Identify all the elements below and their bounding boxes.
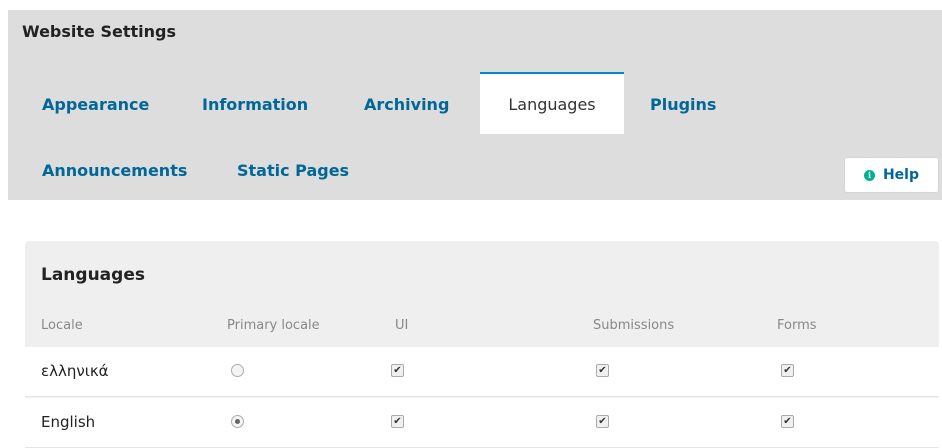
tab-plugins[interactable]: Plugins [650, 95, 716, 114]
column-header-locale: Locale [41, 318, 83, 333]
column-header-submissions: Submissions [593, 318, 675, 333]
tab-information[interactable]: Information [202, 95, 308, 114]
tab-announcements[interactable]: Announcements [42, 161, 187, 180]
column-header-forms: Forms [777, 318, 817, 333]
primary-locale-radio[interactable] [231, 364, 244, 377]
table-row: ελληνικά ✔ ✔ ✔ [25, 347, 939, 397]
forms-checkbox[interactable]: ✔ [781, 415, 794, 428]
locale-name: ελληνικά [41, 362, 109, 380]
tab-languages[interactable]: Languages [480, 72, 624, 134]
help-label: Help [882, 167, 920, 183]
column-header-primary-locale: Primary locale [227, 318, 320, 333]
forms-checkbox[interactable]: ✔ [781, 364, 794, 377]
primary-locale-radio[interactable] [231, 415, 244, 428]
languages-panel: Languages Locale Primary locale UI Submi… [25, 241, 939, 448]
languages-title: Languages [41, 265, 145, 285]
ui-checkbox[interactable]: ✔ [391, 415, 404, 428]
website-settings-panel: Website Settings Appearance Information … [8, 10, 942, 200]
help-button[interactable]: i Help [844, 157, 939, 193]
table-row: English ✔ ✔ ✔ [25, 398, 939, 448]
tab-archiving[interactable]: Archiving [364, 95, 449, 114]
info-circle-icon: i [863, 169, 875, 181]
tab-appearance[interactable]: Appearance [42, 95, 149, 114]
panel-title: Website Settings [22, 22, 176, 41]
submissions-checkbox[interactable]: ✔ [596, 364, 609, 377]
ui-checkbox[interactable]: ✔ [391, 364, 404, 377]
locale-name: English [41, 413, 96, 431]
column-header-ui: UI [395, 318, 409, 333]
tab-static-pages[interactable]: Static Pages [237, 161, 349, 180]
submissions-checkbox[interactable]: ✔ [596, 415, 609, 428]
